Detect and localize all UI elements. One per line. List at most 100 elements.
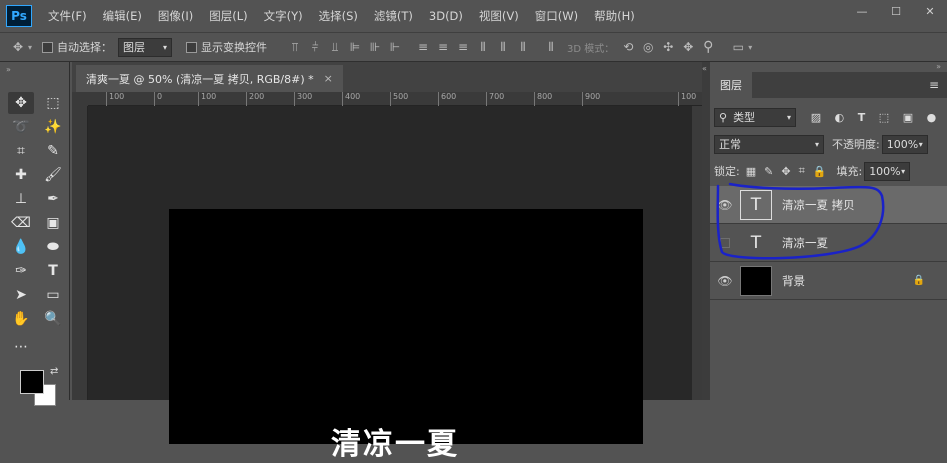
lock-pixels-icon[interactable]: ✎ xyxy=(764,165,773,178)
layer-name[interactable]: 清凉一夏 拷贝 xyxy=(782,197,855,213)
canvas[interactable]: 清凉一夏 xyxy=(169,209,643,462)
search-icon[interactable]: ⚲ xyxy=(698,37,718,57)
layers-empty-area[interactable] xyxy=(710,301,947,400)
marquee-tool-icon[interactable]: ⬚ xyxy=(40,92,66,114)
menu-window[interactable]: 窗口(W) xyxy=(527,8,586,24)
foreground-color-swatch[interactable] xyxy=(20,370,44,394)
distribute-right-icon[interactable]: ⦀ xyxy=(513,37,533,57)
fill-input[interactable]: 100% ▾ xyxy=(864,161,911,181)
layer-row[interactable]: 👁 背景 🔒 xyxy=(710,262,947,300)
layer-name[interactable]: 背景 xyxy=(782,273,805,289)
workspace-icon[interactable]: ▭ xyxy=(728,37,748,57)
3d-roll-icon[interactable]: ◎ xyxy=(638,37,658,57)
healing-brush-icon[interactable]: ✚ xyxy=(8,164,34,186)
show-transform-checkbox[interactable] xyxy=(186,41,198,53)
distribute-bottom-icon[interactable]: ≡ xyxy=(453,37,473,57)
hand-tool-icon[interactable]: ✋ xyxy=(8,308,34,330)
chevron-down-icon: ▾ xyxy=(918,139,923,149)
auto-align-icon[interactable]: ⦀ xyxy=(541,37,561,57)
layers-tab[interactable]: 图层 xyxy=(710,72,752,98)
distribute-top-icon[interactable]: ≡ xyxy=(413,37,433,57)
menu-3d[interactable]: 3D(D) xyxy=(421,9,471,23)
filter-adjustment-icon[interactable]: ◐ xyxy=(835,111,845,124)
align-left-icon[interactable]: ⊫ xyxy=(345,37,365,57)
canvas-text-layer[interactable]: 清凉一夏 xyxy=(331,419,459,463)
path-selection-icon[interactable]: ➤ xyxy=(8,284,34,306)
layer-row[interactable]: T 清凉一夏 xyxy=(710,224,947,262)
more-tools-icon[interactable]: ⋯ xyxy=(8,336,34,358)
lasso-tool-icon[interactable]: ➰ xyxy=(8,116,34,138)
filter-toggle-icon[interactable]: ● xyxy=(927,111,937,124)
panel-expand-icon[interactable]: » xyxy=(936,62,941,71)
visibility-eye-icon[interactable]: 👁 xyxy=(710,274,740,288)
vertical-scrollbar[interactable] xyxy=(692,106,702,400)
layer-name[interactable]: 清凉一夏 xyxy=(782,235,828,251)
pasteboard[interactable]: 清凉一夏 xyxy=(88,106,692,462)
maximize-button[interactable]: ☐ xyxy=(879,0,913,22)
close-tab-icon[interactable]: × xyxy=(324,72,333,85)
eraser-tool-icon[interactable]: ⌫ xyxy=(8,212,34,234)
lock-all-icon[interactable]: 🔒 xyxy=(813,165,827,178)
pen-tool-icon[interactable]: ✑ xyxy=(8,260,34,282)
align-hcenter-icon[interactable]: ⊪ xyxy=(365,37,385,57)
align-top-icon[interactable]: ⫪ xyxy=(285,37,305,57)
visibility-eye-icon[interactable]: 👁 xyxy=(710,198,740,212)
3d-orbit-icon[interactable]: ⟲ xyxy=(618,37,638,57)
crop-tool-icon[interactable]: ⌗ xyxy=(8,140,34,162)
dodge-tool-icon[interactable]: ⬬ xyxy=(40,236,66,258)
layer-filter-row: ⚲ 类型 ▾ ▨ ◐ T ⬚ ▣ ● xyxy=(714,106,943,128)
move-tool-preset-icon[interactable]: ✥ xyxy=(8,37,28,57)
align-right-icon[interactable]: ⊩ xyxy=(385,37,405,57)
layer-filter-dropdown[interactable]: ⚲ 类型 ▾ xyxy=(714,107,796,127)
3d-drag-icon[interactable]: ✣ xyxy=(658,37,678,57)
layer-row[interactable]: 👁 T 清凉一夏 拷贝 xyxy=(710,186,947,224)
filter-shape-icon[interactable]: ⬚ xyxy=(879,111,889,124)
zoom-tool-icon[interactable]: 🔍 xyxy=(40,308,66,330)
lock-position-icon[interactable]: ✥ xyxy=(781,165,790,178)
distribute-vcenter-icon[interactable]: ≡ xyxy=(433,37,453,57)
close-window-button[interactable]: ✕ xyxy=(913,0,947,22)
swap-colors-icon[interactable]: ⇄ xyxy=(50,366,58,377)
brush-tool-icon[interactable]: 🖌 xyxy=(40,164,66,186)
gradient-tool-icon[interactable]: ▣ xyxy=(40,212,66,234)
history-brush-icon[interactable]: ✒ xyxy=(40,188,66,210)
minimize-button[interactable]: — xyxy=(845,0,879,22)
distribute-hcenter-icon[interactable]: ⦀ xyxy=(493,37,513,57)
filter-smart-object-icon[interactable]: ▣ xyxy=(903,111,913,124)
move-tool-icon[interactable]: ✥ xyxy=(8,92,34,114)
panel-collapse-icon[interactable]: » xyxy=(6,65,11,74)
3d-slide-icon[interactable]: ✥ xyxy=(678,37,698,57)
menu-layer[interactable]: 图层(L) xyxy=(201,8,255,24)
horizontal-ruler[interactable]: 100 0 100 200 300 400 500 600 700 800 90… xyxy=(88,92,702,106)
align-vcenter-icon[interactable]: ⫩ xyxy=(305,37,325,57)
rectangle-tool-icon[interactable]: ▭ xyxy=(40,284,66,306)
filter-pixel-icon[interactable]: ▨ xyxy=(811,111,821,124)
blur-tool-icon[interactable]: 💧 xyxy=(8,236,34,258)
eyedropper-icon[interactable]: ✎ xyxy=(40,140,66,162)
opacity-input[interactable]: 100% ▾ xyxy=(881,134,928,154)
auto-select-dropdown[interactable]: 图层 ▾ xyxy=(118,37,173,57)
menu-edit[interactable]: 编辑(E) xyxy=(95,8,150,24)
menu-filter[interactable]: 滤镜(T) xyxy=(366,8,421,24)
lock-artboard-icon[interactable]: ⌗ xyxy=(799,164,805,178)
type-tool-icon[interactable]: T xyxy=(40,260,66,282)
auto-select-checkbox[interactable] xyxy=(42,41,54,53)
menu-help[interactable]: 帮助(H) xyxy=(586,8,643,24)
filter-type-icon[interactable]: T xyxy=(858,111,866,124)
menu-image[interactable]: 图像(I) xyxy=(150,8,201,24)
blend-mode-dropdown[interactable]: 正常 ▾ xyxy=(714,134,824,154)
magic-wand-icon[interactable]: ✨ xyxy=(40,116,66,138)
clone-stamp-icon[interactable]: ⊥ xyxy=(8,188,34,210)
menu-view[interactable]: 视图(V) xyxy=(471,8,527,24)
menu-type[interactable]: 文字(Y) xyxy=(256,8,311,24)
menu-select[interactable]: 选择(S) xyxy=(311,8,366,24)
align-bottom-icon[interactable]: ⫫ xyxy=(325,37,345,57)
visibility-off-box[interactable] xyxy=(710,237,740,248)
distribute-left-icon[interactable]: ⦀ xyxy=(473,37,493,57)
lock-transparent-icon[interactable]: ▦ xyxy=(746,165,756,178)
panel-collapse-icon[interactable]: « xyxy=(702,64,707,73)
vertical-ruler[interactable] xyxy=(72,106,88,400)
menu-file[interactable]: 文件(F) xyxy=(40,8,95,24)
panel-menu-icon[interactable]: ≡ xyxy=(929,78,939,92)
document-tab[interactable]: 清爽一夏 @ 50% (清凉一夏 拷贝, RGB/8#) * × xyxy=(76,65,343,92)
